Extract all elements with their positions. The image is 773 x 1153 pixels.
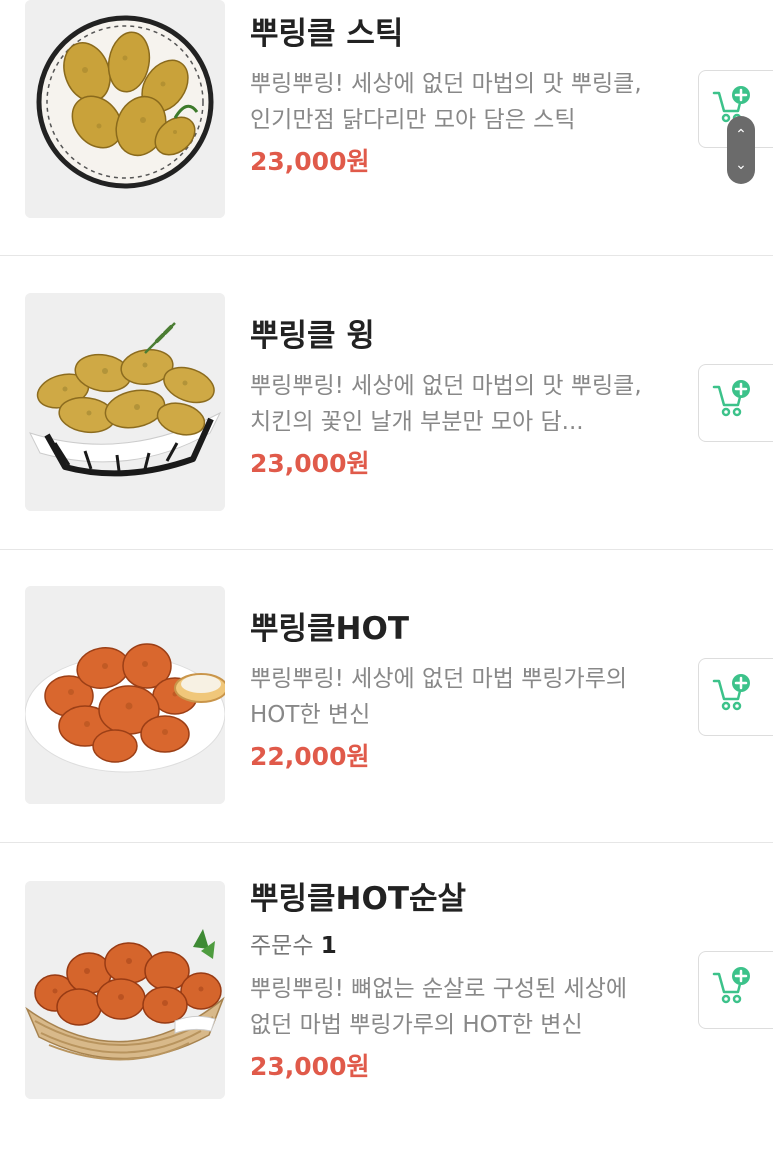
scroll-down-icon[interactable]: ⌄ bbox=[727, 150, 755, 180]
scroll-control[interactable]: ⌃ ⌄ bbox=[727, 116, 755, 184]
menu-list: 뿌링클 스틱 뿌링뿌링! 세상에 없던 마법의 맛 뿌링클, 인기만점 닭다리만… bbox=[0, 0, 773, 1153]
menu-item-price: 22,000원 bbox=[250, 742, 370, 771]
boneless-spicy-chicken-basket-icon bbox=[25, 881, 225, 1099]
order-count-label: 주문수 bbox=[250, 933, 314, 959]
menu-item-price: 23,000원 bbox=[250, 449, 370, 478]
menu-item-name: 뿌링클 윙 bbox=[250, 318, 375, 354]
spicy-fried-chicken-plate-icon bbox=[25, 586, 225, 804]
menu-item-name: 뿌링클HOT bbox=[250, 611, 410, 647]
menu-item-image[interactable] bbox=[25, 293, 225, 511]
menu-item-info: 뿌링클HOT 뿌링뿌링! 세상에 없던 마법 뿌링가루의 HOT한 변신 22,… bbox=[250, 609, 660, 775]
menu-item-description: 뿌링뿌링! 뼈없는 순살로 구성된 세상에 없던 마법 뿌링가루의 HOT한 변… bbox=[250, 976, 628, 1038]
menu-item-description: 뿌링뿌링! 세상에 없던 마법의 맛 뿌링클, 치킨의 꽃인 날개 부분만 모아… bbox=[250, 373, 642, 435]
menu-item-name: 뿌링클HOT순살 bbox=[250, 881, 467, 917]
menu-item-name: 뿌링클 스틱 bbox=[250, 16, 404, 52]
menu-item-info: 뿌링클HOT순살 주문수 1 뿌링뿌링! 뼈없는 순살로 구성된 세상에 없던 … bbox=[250, 879, 660, 1085]
add-to-cart-button[interactable] bbox=[698, 364, 773, 442]
fried-chicken-wings-basket-icon bbox=[25, 293, 225, 511]
add-to-cart-button[interactable] bbox=[698, 658, 773, 736]
order-count-value: 1 bbox=[320, 933, 337, 959]
scroll-up-icon[interactable]: ⌃ bbox=[727, 120, 755, 150]
menu-item-info: 뿌링클 스틱 뿌링뿌링! 세상에 없던 마법의 맛 뿌링클, 인기만점 닭다리만… bbox=[250, 14, 660, 180]
menu-item-info: 뿌링클 윙 뿌링뿌링! 세상에 없던 마법의 맛 뿌링클, 치킨의 꽃인 날개 … bbox=[250, 316, 660, 482]
menu-item-image[interactable] bbox=[25, 0, 225, 218]
add-to-cart-icon bbox=[712, 380, 750, 417]
menu-item[interactable]: 뿌링클 스틱 뿌링뿌링! 세상에 없던 마법의 맛 뿌링클, 인기만점 닭다리만… bbox=[0, 0, 773, 256]
menu-item-image[interactable] bbox=[25, 586, 225, 804]
menu-item-price: 23,000원 bbox=[250, 147, 370, 176]
menu-item-description: 뿌링뿌링! 세상에 없던 마법의 맛 뿌링클, 인기만점 닭다리만 모아 담은 … bbox=[250, 71, 642, 133]
add-to-cart-icon bbox=[712, 967, 750, 1004]
menu-item-image[interactable] bbox=[25, 881, 225, 1099]
menu-item[interactable]: 뿌링클 윙 뿌링뿌링! 세상에 없던 마법의 맛 뿌링클, 치킨의 꽃인 날개 … bbox=[0, 256, 773, 550]
menu-item[interactable]: 뿌링클HOT순살 주문수 1 뿌링뿌링! 뼈없는 순살로 구성된 세상에 없던 … bbox=[0, 843, 773, 1153]
add-to-cart-button[interactable] bbox=[698, 951, 773, 1029]
order-count: 주문수 1 bbox=[250, 929, 660, 963]
menu-item-price: 23,000원 bbox=[250, 1052, 370, 1081]
menu-item[interactable]: 뿌링클HOT 뿌링뿌링! 세상에 없던 마법 뿌링가루의 HOT한 변신 22,… bbox=[0, 550, 773, 843]
add-to-cart-icon bbox=[712, 674, 750, 711]
menu-item-description: 뿌링뿌링! 세상에 없던 마법 뿌링가루의 HOT한 변신 bbox=[250, 666, 628, 728]
fried-chicken-drumsticks-basket-icon bbox=[25, 0, 225, 218]
